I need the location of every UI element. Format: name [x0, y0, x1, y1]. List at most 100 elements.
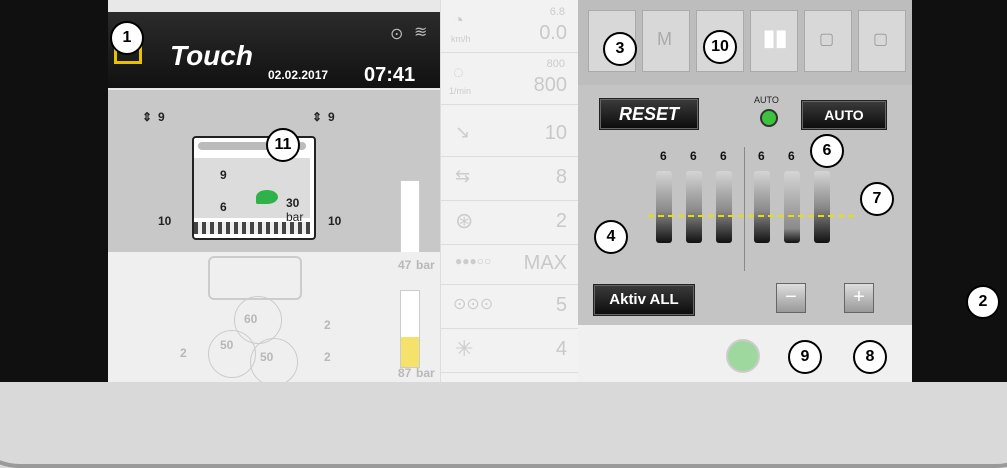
page-2-icon: ▢: [873, 31, 889, 48]
callout-1: 1: [110, 21, 144, 55]
right-top-value: 9: [328, 110, 335, 124]
speed-row: ◔ km/h 6.8 0.0: [441, 0, 579, 53]
lift-icon: ⇕: [312, 110, 323, 124]
callout-11: 11: [266, 128, 300, 162]
minus-button[interactable]: −: [776, 283, 806, 313]
status-row-5: ⊙⊙⊙ 5: [441, 284, 579, 329]
callout-8: 8: [853, 340, 887, 374]
left-panel: Touch 02.02.2017 07:41 ⊙ ≋ ⇕ 9 ⇕ 9 9 6 3…: [108, 0, 440, 382]
left-bar-unit: bar: [416, 258, 435, 272]
circle-value-3: 50: [260, 350, 274, 364]
left-bezel: [0, 0, 108, 382]
page-1-icon: ▢: [819, 31, 835, 48]
bar-value-2: 6: [690, 149, 697, 163]
left-top-value: 9: [158, 110, 165, 124]
bar-value-5: 6: [788, 149, 795, 163]
rpm-unit: 1/min: [449, 86, 472, 96]
speed-small: 6.8: [549, 6, 565, 18]
left-bar-value: 47: [398, 258, 412, 272]
side-value-3: 2: [324, 350, 331, 364]
time-display: 07:41: [364, 64, 416, 86]
plus-button[interactable]: +: [844, 283, 874, 313]
depth-icon: ↘: [455, 122, 471, 142]
implement-view: ⇕ 9 ⇕ 9 9 6 30 bar 10 10: [108, 90, 440, 254]
bar-divider: [744, 147, 745, 271]
status-value-5: 5: [555, 294, 567, 316]
callout-4: 4: [594, 220, 628, 254]
date-display: 02.02.2017: [268, 68, 329, 82]
inner-bottom-value: 6: [220, 200, 227, 214]
status-row-1: ↘ 10: [441, 112, 579, 157]
section-bar-5[interactable]: [784, 171, 800, 243]
circle-value-1: 60: [244, 312, 258, 326]
gauge-tube-1: [400, 180, 420, 254]
right-bar-unit: bar: [416, 366, 435, 380]
status-value-1: 10: [544, 122, 567, 144]
status-row-2: ⇆ 8: [441, 156, 579, 201]
tab-page-1[interactable]: ▢: [804, 10, 852, 72]
circle-value-2: 50: [220, 338, 234, 352]
right-bottom-value: 10: [328, 214, 342, 228]
callout-10: 10: [703, 30, 737, 64]
speedometer-icon: ◔: [453, 10, 464, 30]
bar-value-1: 6: [660, 149, 667, 163]
bar-value-4: 6: [758, 149, 765, 163]
inner-top-value: 9: [220, 168, 227, 182]
logo-text: Touch: [170, 40, 253, 71]
side-value-2: 2: [180, 346, 187, 360]
seed-drop-icon: [256, 190, 278, 204]
pressure-fill: [401, 337, 419, 367]
speed-unit: km/h: [451, 34, 471, 44]
wheel-icon: ⊛: [455, 208, 474, 233]
status-value-4: MAX: [523, 252, 567, 274]
section-bar-2[interactable]: [686, 171, 702, 243]
callout-3: 3: [603, 32, 637, 66]
aktiv-all-button[interactable]: Aktiv ALL: [594, 285, 694, 315]
status-value-6: 4: [555, 338, 567, 360]
rpm-small: 800: [546, 58, 565, 70]
bar-chart-icon: ▮▮: [763, 25, 788, 50]
status-value-2: 8: [555, 166, 567, 188]
left-bottom-value: 10: [158, 214, 172, 228]
callout-2: 2: [966, 285, 1000, 319]
device-frame: Touch 02.02.2017 07:41 ⊙ ≋ ⇕ 9 ⇕ 9 9 6 3…: [0, 0, 1007, 468]
fan-icon: ✳: [455, 336, 474, 361]
dots-icon: ●●●○○: [455, 254, 492, 268]
engine-icon: ◌: [453, 62, 464, 82]
status-row-4: ●●●○○ MAX: [441, 244, 579, 285]
status-column: ◔ km/h 6.8 0.0 ◌ 1/min 800 800 ↘ 10 ⇆ 8 …: [440, 0, 579, 382]
callout-7: 7: [860, 182, 894, 216]
wifi-icon: ≋: [414, 24, 428, 41]
rpm-row: ◌ 1/min 800 800: [441, 52, 579, 105]
pressure-tube-2: [400, 290, 420, 368]
target-line: [648, 215, 854, 217]
screen: Touch 02.02.2017 07:41 ⊙ ≋ ⇕ 9 ⇕ 9 9 6 3…: [108, 0, 912, 382]
tab-bar: M ▮▮ ▢ ▢: [588, 10, 906, 72]
section-bar-4[interactable]: [754, 171, 770, 243]
right-bezel: [912, 0, 1007, 382]
section-bar-3[interactable]: [716, 171, 732, 243]
steering-icon[interactable]: [726, 339, 760, 373]
right-bar-value: 87: [398, 366, 412, 380]
speed-value: 0.0: [539, 22, 567, 44]
tab-page-2[interactable]: ▢: [858, 10, 906, 72]
pressure-value: 30: [286, 196, 300, 210]
memory-icon: M: [657, 29, 672, 49]
tab-stats[interactable]: ▮▮: [750, 10, 798, 72]
satellite-icon: ⊙: [390, 26, 404, 43]
header-bar: Touch 02.02.2017 07:41 ⊙ ≋: [108, 12, 440, 88]
lift-icon: ⇕: [142, 110, 153, 124]
section-bar-1[interactable]: [656, 171, 672, 243]
width-icon: ⇆: [455, 166, 471, 186]
gauge-area: 47 bar 60 50 50 2 2 2 87 bar: [108, 252, 440, 382]
tractor-icon: [208, 256, 302, 300]
rpm-value: 800: [533, 74, 567, 96]
side-value-1: 2: [324, 318, 331, 332]
implement-tines: [194, 222, 310, 234]
tab-memory[interactable]: M: [642, 10, 690, 72]
bar-value-3: 6: [720, 149, 727, 163]
section-bar-6[interactable]: [814, 171, 830, 243]
status-row-6: ✳ 4: [441, 328, 579, 373]
status-value-3: 2: [555, 210, 567, 232]
callout-9: 9: [788, 340, 822, 374]
